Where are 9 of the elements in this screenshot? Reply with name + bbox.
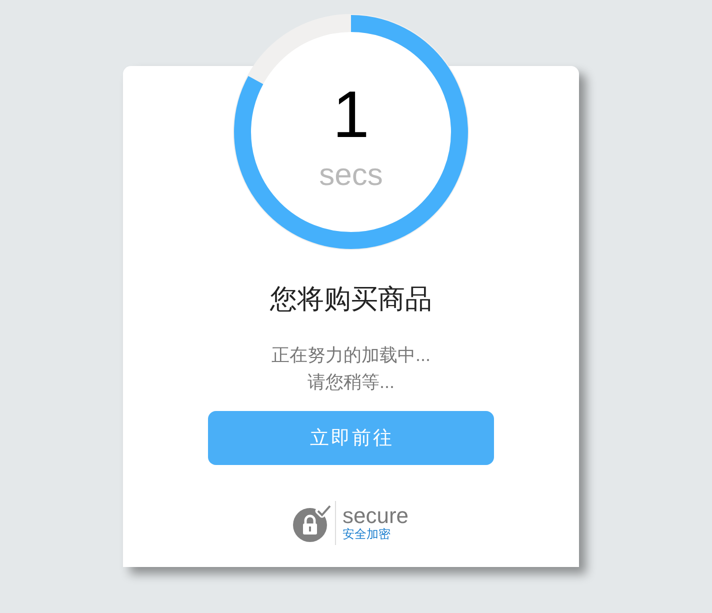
secure-sublabel: 安全加密 <box>342 526 390 542</box>
countdown-number: 1 <box>332 81 370 147</box>
go-now-button[interactable]: 立即前往 <box>208 411 494 465</box>
lock-check-icon <box>293 504 334 542</box>
loading-message: 正在努力的加载中... <box>271 344 430 367</box>
secure-label: secure <box>342 504 409 526</box>
loading-message: 请您稍等... <box>307 371 394 394</box>
countdown-unit: secs <box>319 159 383 190</box>
page-title: 您将购买商品 <box>270 284 432 315</box>
